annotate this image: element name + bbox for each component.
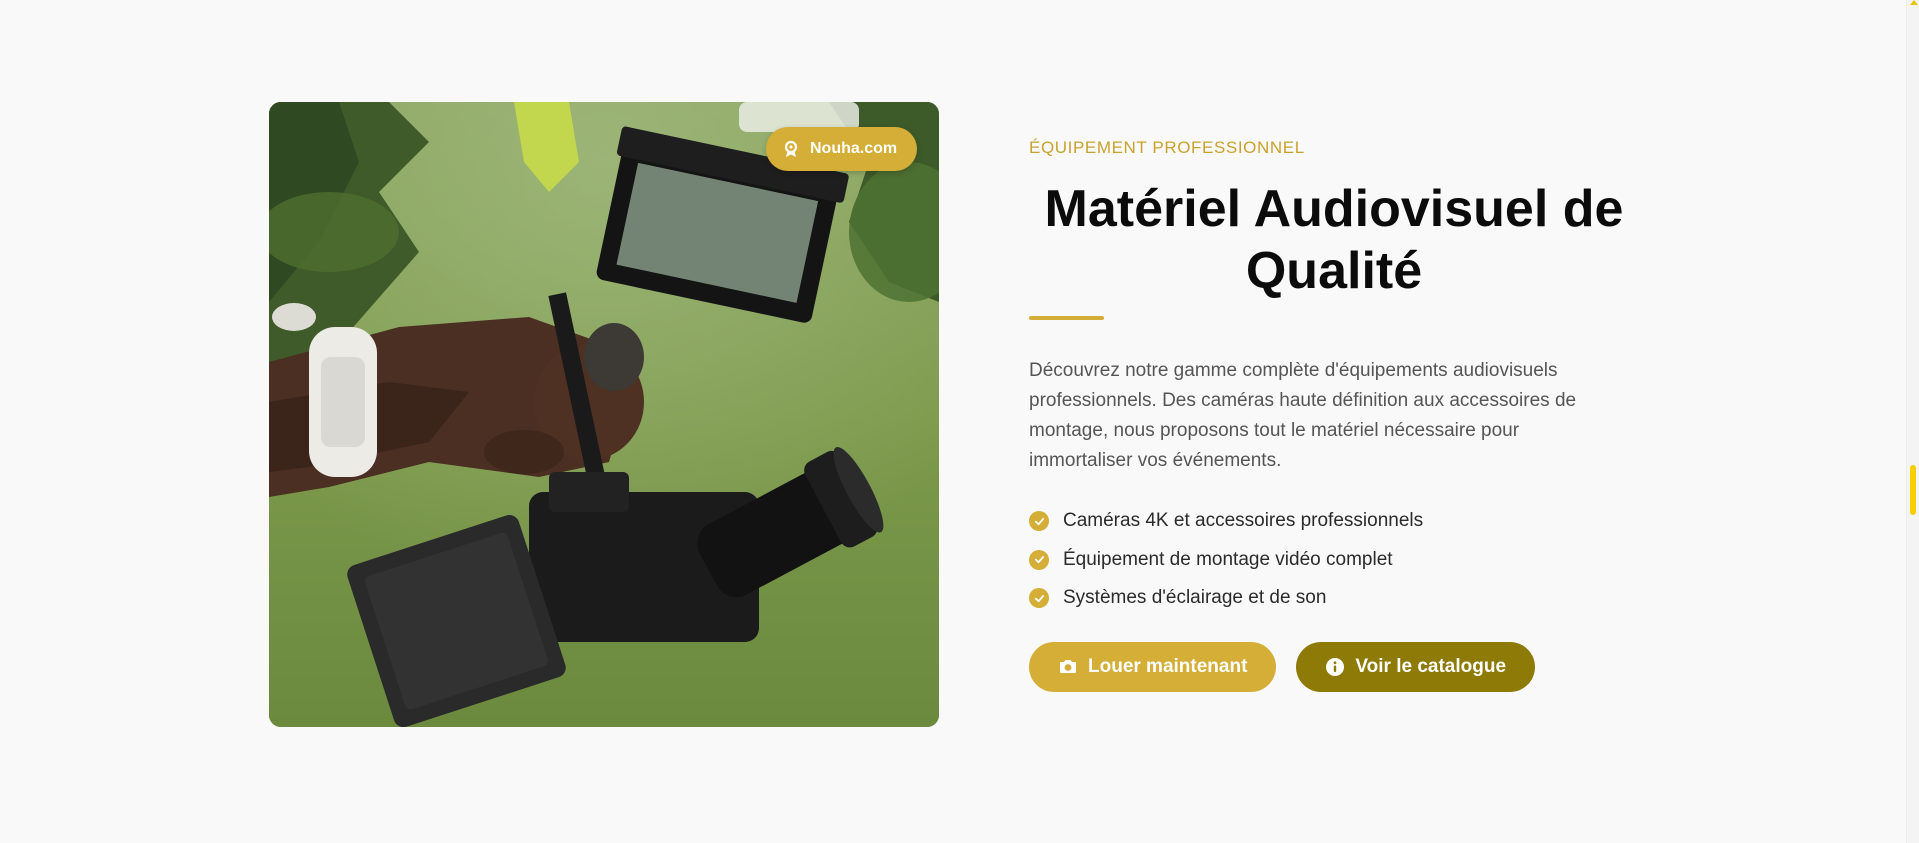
section-description: Découvrez notre gamme complète d'équipem… (1029, 360, 1577, 471)
feature-item: Systèmes d'éclairage et de son (1029, 579, 1669, 618)
scroll-up-arrow-icon[interactable] (1910, 0, 1918, 5)
feature-item: Caméras 4K et accessoires professionnels (1029, 502, 1669, 541)
photo-illustration (269, 102, 939, 727)
feature-label: Caméras 4K et accessoires professionnels (1063, 510, 1424, 532)
feature-list: Caméras 4K et accessoires professionnels… (1029, 502, 1669, 618)
camera-rig-photo: Nouha.com (269, 102, 939, 727)
page: Nouha.com ÉQUIPEMENT PROFESSIONNEL Matér… (0, 0, 1919, 843)
section-eyebrow: ÉQUIPEMENT PROFESSIONNEL (1029, 138, 1305, 157)
section-title: Matériel Audiovisuel de Qualité (1044, 180, 1624, 300)
view-catalog-button[interactable]: Voir le catalogue (1296, 641, 1536, 692)
scrollbar-thumb[interactable] (1910, 465, 1916, 515)
camera-icon (1058, 657, 1078, 677)
badge-label: Nouha.com (810, 140, 898, 157)
feature-label: Équipement de montage vidéo complet (1063, 548, 1393, 570)
view-catalog-label: Voir le catalogue (1355, 655, 1507, 677)
info-icon (1325, 657, 1345, 677)
title-divider (1029, 316, 1104, 320)
check-circle-icon (1029, 588, 1049, 609)
award-icon (782, 140, 800, 158)
page-scrollbar[interactable] (1906, 0, 1919, 843)
check-circle-icon (1029, 549, 1049, 570)
equipment-section: ÉQUIPEMENT PROFESSIONNEL Matériel Audiov… (1029, 138, 1669, 692)
feature-item: Équipement de montage vidéo complet (1029, 541, 1669, 580)
check-circle-icon (1029, 511, 1049, 532)
rent-now-label: Louer maintenant (1088, 655, 1248, 677)
cta-buttons: Louer maintenant Voir le catalogue (1029, 641, 1669, 692)
brand-badge: Nouha.com (766, 127, 918, 171)
feature-label: Systèmes d'éclairage et de son (1063, 587, 1327, 609)
rent-now-button[interactable]: Louer maintenant (1029, 641, 1277, 692)
